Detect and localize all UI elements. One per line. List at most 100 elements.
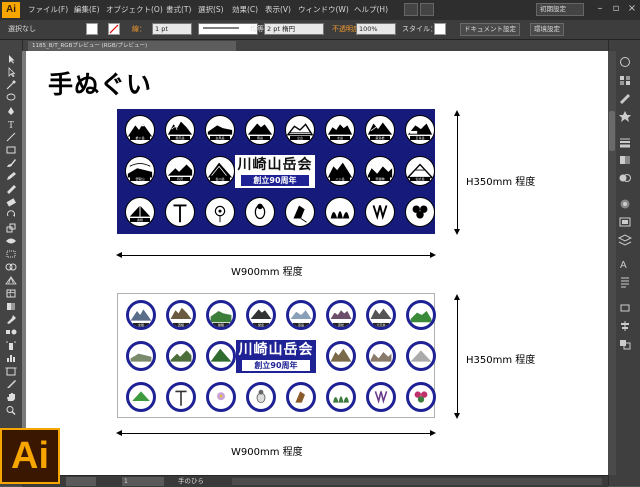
pencil-tool-icon[interactable]: [4, 171, 18, 181]
perspective-grid-tool-icon[interactable]: [4, 275, 18, 285]
towel-mockup-white[interactable]: 北穂 西穂 前穂 常念 燕岳 唐松 大天井 川崎山岳会 創立90周年: [117, 293, 436, 418]
blob-brush-tool-icon[interactable]: [4, 184, 18, 194]
eyedropper-tool-icon[interactable]: [4, 314, 18, 324]
mountain-badge: 白馬岳: [205, 115, 235, 145]
opacity-field[interactable]: 100%: [356, 23, 396, 35]
close-icon[interactable]: ×: [624, 1, 640, 17]
rotate-tool-icon[interactable]: [4, 210, 18, 220]
mesh-tool-icon[interactable]: [4, 288, 18, 298]
menu-window[interactable]: ウィンドウ(W): [298, 4, 349, 15]
stroke-panel-icon[interactable]: [618, 136, 632, 148]
stroke-weight-field[interactable]: 1 pt: [152, 23, 192, 35]
badge-label: 丹沢: [170, 177, 190, 181]
paragraph-panel-icon[interactable]: [618, 276, 632, 288]
maximize-icon[interactable]: ▫: [608, 1, 624, 17]
swatches-panel-icon[interactable]: [618, 74, 632, 86]
width-label: W900mm 程度: [231, 267, 303, 278]
document-setup-button[interactable]: ドキュメント設定: [460, 23, 520, 36]
document-tab-bar: 1185_B/T_RGBプレビュー (RGB/プレビュー): [22, 40, 618, 51]
paintbrush-tool-icon[interactable]: [4, 158, 18, 168]
svg-text:A: A: [620, 260, 627, 270]
ice-axe-badge: [165, 197, 195, 227]
horizontal-scrollbar[interactable]: [232, 478, 602, 485]
bird-badge: [246, 382, 276, 412]
badge-label: 鹿島槍: [370, 136, 390, 140]
transform-panel-icon[interactable]: [618, 302, 632, 314]
width-tool-icon[interactable]: [4, 236, 18, 246]
stroke-swatch[interactable]: [108, 23, 120, 35]
variable-width-profile[interactable]: [198, 23, 258, 35]
height-dimension-line: [457, 113, 458, 231]
workspace-switcher[interactable]: 初期設定: [536, 3, 584, 16]
canvas-area[interactable]: 手ぬぐい 槍ヶ岳 穂高岳 白馬岳 剱岳 立山 北岳 鹿島槍 五竜岳 雲取山 丹沢…: [22, 51, 608, 475]
appearance-panel-icon[interactable]: [618, 198, 632, 210]
badge-label: 燕岳: [293, 323, 309, 327]
ice-axe-badge: [166, 382, 196, 412]
artboard-tool-icon[interactable]: [4, 366, 18, 376]
character-panel-icon[interactable]: A: [618, 258, 632, 270]
align-panel-icon[interactable]: [618, 320, 632, 332]
pathfinder-panel-icon[interactable]: [618, 338, 632, 350]
mountain-badge: [206, 341, 236, 371]
slice-tool-icon[interactable]: [4, 379, 18, 389]
vertical-scrollbar[interactable]: [608, 51, 616, 475]
status-bar: 1 手のひら: [22, 475, 608, 487]
scale-tool-icon[interactable]: [4, 223, 18, 233]
arrange-documents-button[interactable]: [420, 3, 434, 16]
towel-mockup-navy[interactable]: 槍ヶ岳 穂高岳 白馬岳 剱岳 立山 北岳 鹿島槍 五竜岳 雲取山 丹沢 谷川岳 …: [117, 109, 435, 234]
menu-bar: Ai ファイル(F) 編集(E) オブジェクト(O) 書式(T) 選択(S) 効…: [0, 0, 640, 20]
menu-type[interactable]: 書式(T): [166, 4, 191, 15]
menu-effect[interactable]: 効果(C): [232, 4, 258, 15]
gradient-panel-icon[interactable]: [618, 154, 632, 166]
magic-wand-tool-icon[interactable]: [4, 80, 18, 90]
direct-selection-tool-icon[interactable]: [4, 67, 18, 77]
menu-edit[interactable]: 編集(E): [74, 4, 100, 15]
shape-builder-tool-icon[interactable]: [4, 262, 18, 272]
symbols-panel-icon[interactable]: [618, 110, 632, 122]
menu-view[interactable]: 表示(V): [265, 4, 291, 15]
brushes-panel-icon[interactable]: [618, 92, 632, 104]
document-tab[interactable]: 1185_B/T_RGBプレビュー (RGB/プレビュー): [28, 41, 236, 51]
club-name: 川崎山岳会: [238, 342, 314, 358]
blend-tool-icon[interactable]: [4, 327, 18, 337]
lasso-tool-icon[interactable]: [4, 93, 18, 103]
arrow-left-icon: [116, 430, 122, 436]
badge-label: 常念: [253, 323, 269, 327]
preferences-button[interactable]: 環境設定: [530, 23, 564, 36]
hand-tool-icon[interactable]: [4, 392, 18, 402]
badge-label: 甲斐駒: [370, 177, 390, 181]
graphic-styles-panel-icon[interactable]: [618, 216, 632, 228]
mountain-badge: 唐松: [326, 300, 356, 330]
menu-select[interactable]: 選択(S): [198, 4, 224, 15]
brush-definition-field[interactable]: 2 pt 楕円: [264, 23, 324, 35]
rectangle-tool-icon[interactable]: [4, 145, 18, 155]
eraser-tool-icon[interactable]: [4, 197, 18, 207]
bridge-button[interactable]: [404, 3, 418, 16]
layers-panel-icon[interactable]: [618, 234, 632, 246]
color-panel-icon[interactable]: [618, 56, 632, 68]
symbol-sprayer-tool-icon[interactable]: [4, 340, 18, 350]
mountain-badge: [366, 341, 396, 371]
transparency-panel-icon[interactable]: [618, 172, 632, 184]
mountain-badge: [326, 341, 356, 371]
column-graph-tool-icon[interactable]: [4, 353, 18, 363]
fill-swatch[interactable]: [86, 23, 98, 35]
artboard-navigation[interactable]: 1: [122, 477, 164, 486]
free-transform-tool-icon[interactable]: [4, 249, 18, 259]
pen-tool-icon[interactable]: [4, 106, 18, 116]
line-tool-icon[interactable]: [4, 132, 18, 142]
zoom-tool-icon[interactable]: [4, 405, 18, 415]
type-tool-icon[interactable]: T: [4, 119, 18, 129]
graphic-style-swatch[interactable]: [434, 23, 446, 35]
selection-tool-icon[interactable]: [4, 54, 18, 64]
menu-object[interactable]: オブジェクト(O): [106, 4, 163, 15]
minimize-icon[interactable]: –: [592, 1, 608, 17]
gradient-tool-icon[interactable]: [4, 301, 18, 311]
menu-help[interactable]: ヘルプ(H): [354, 4, 388, 15]
menu-file[interactable]: ファイル(F): [28, 4, 68, 15]
scrollbar-thumb[interactable]: [609, 111, 615, 151]
stroke-label[interactable]: 線：: [132, 24, 146, 34]
zoom-field[interactable]: [66, 477, 96, 486]
badge-label: 奥穂: [130, 218, 150, 222]
artboard[interactable]: 手ぬぐい 槍ヶ岳 穂高岳 白馬岳 剱岳 立山 北岳 鹿島槍 五竜岳 雲取山 丹沢…: [26, 51, 608, 475]
